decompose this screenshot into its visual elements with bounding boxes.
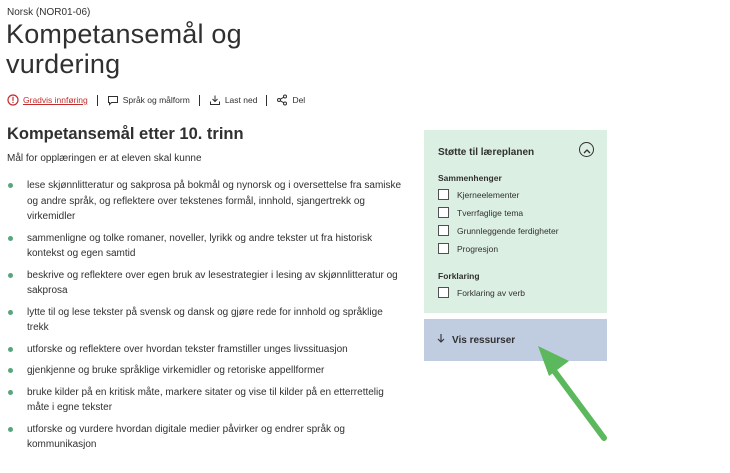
checkbox-box[interactable] bbox=[438, 225, 449, 236]
bullet-dot bbox=[8, 183, 13, 188]
goal-text: beskrive og reflektere over egen bruk av… bbox=[27, 269, 398, 297]
toolbar-divider bbox=[266, 94, 268, 106]
goal-item: lese skjønnlitteratur og sakprosa på bok… bbox=[7, 178, 407, 225]
chevron-up-icon bbox=[583, 141, 591, 159]
arrow-down-icon bbox=[436, 333, 446, 347]
section-title: Kompetansemål etter 10. trinn bbox=[7, 125, 244, 143]
checkbox-label: Grunnleggende ferdigheter bbox=[457, 225, 559, 236]
page-title-line-1: Kompetansemål og bbox=[6, 19, 242, 49]
collapse-button[interactable] bbox=[579, 142, 594, 157]
checkbox-progression[interactable]: Progresjon bbox=[438, 243, 498, 254]
language-label: Språk og målform bbox=[122, 95, 190, 105]
goal-text: utforske og vurdere hvordan digitale med… bbox=[27, 423, 345, 451]
goal-item: bruke kilder på en kritisk måte, markere… bbox=[7, 385, 407, 416]
bullet-dot bbox=[8, 389, 13, 395]
speech-bubble-icon bbox=[107, 94, 119, 106]
toolbar-divider bbox=[198, 94, 200, 106]
checkbox-label: Forklaring av verb bbox=[457, 287, 526, 298]
bullet-dot bbox=[8, 235, 13, 241]
goal-text: utforske og reflektere over hvordan teks… bbox=[27, 343, 348, 355]
goal-text: sammenligne og tolke romaner, noveller, … bbox=[27, 232, 373, 260]
bullet-dot bbox=[8, 346, 13, 352]
group-label-connections: Sammenhenger bbox=[438, 173, 502, 183]
language-button[interactable]: Språk og målform bbox=[107, 94, 190, 106]
bullet-dot bbox=[8, 272, 13, 278]
goal-item: lytte til og lese tekster på svensk og d… bbox=[7, 305, 407, 336]
bullet-dot bbox=[8, 309, 13, 315]
annotation-arrow bbox=[538, 346, 607, 441]
goal-text: lytte til og lese tekster på svensk og d… bbox=[27, 306, 383, 334]
page-title-line-2: vurdering bbox=[6, 49, 121, 79]
curriculum-support-panel: Støtte til læreplanen Sammenhenger Kjern… bbox=[424, 130, 607, 313]
goal-text: lese skjønnlitteratur og sakprosa på bok… bbox=[27, 180, 402, 222]
checkbox-label: Kjerneelementer bbox=[457, 189, 520, 200]
toolbar: Gradvis innføring Språk og målform Last … bbox=[7, 93, 305, 107]
goal-item: utforske og reflektere over hvordan teks… bbox=[7, 342, 407, 358]
download-label: Last ned bbox=[224, 95, 258, 105]
bullet-dot bbox=[8, 368, 13, 373]
page-title: Kompetansemål og vurdering bbox=[6, 19, 242, 79]
gradual-introduction-link[interactable]: Gradvis innføring bbox=[7, 94, 88, 106]
goal-text: bruke kilder på en kritisk måte, markere… bbox=[27, 386, 384, 414]
download-button[interactable]: Last ned bbox=[209, 94, 258, 106]
checkbox-core-elements[interactable]: Kjerneelementer bbox=[438, 189, 519, 200]
annotation-arrow-shaft bbox=[549, 365, 607, 441]
group-label-explanation: Forklaring bbox=[438, 271, 480, 281]
show-resources-label: Vis ressurser bbox=[452, 334, 516, 346]
share-icon bbox=[276, 94, 288, 106]
toolbar-divider bbox=[96, 94, 98, 106]
goal-item: beskrive og reflektere over egen bruk av… bbox=[7, 268, 407, 299]
goal-item: utforske og vurdere hvordan digitale med… bbox=[7, 422, 407, 453]
download-icon bbox=[209, 94, 221, 106]
share-button[interactable]: Del bbox=[276, 94, 305, 106]
annotation-arrow-head bbox=[538, 346, 569, 376]
checkbox-label: Progresjon bbox=[457, 243, 499, 254]
goal-item: gjenkjenne og bruke språklige virkemidle… bbox=[7, 363, 407, 379]
gradual-introduction-label: Gradvis innføring bbox=[23, 95, 88, 105]
checkbox-interdisciplinary-topics[interactable]: Tverrfaglige tema bbox=[438, 207, 523, 218]
checkbox-box[interactable] bbox=[438, 243, 449, 254]
checkbox-box[interactable] bbox=[438, 189, 449, 200]
checkbox-verb-explanation[interactable]: Forklaring av verb bbox=[438, 287, 525, 298]
panel-title: Støtte til læreplanen bbox=[438, 147, 535, 158]
checkbox-box[interactable] bbox=[438, 287, 449, 298]
checkbox-label: Tverrfaglige tema bbox=[457, 207, 524, 218]
bullet-dot bbox=[8, 426, 13, 432]
share-label: Del bbox=[292, 95, 306, 105]
info-circle-icon bbox=[7, 94, 19, 106]
intro-text: Mål for opplæringen er at eleven skal ku… bbox=[7, 153, 202, 164]
checkbox-box[interactable] bbox=[438, 207, 449, 218]
goal-text: gjenkjenne og bruke språklige virkemidle… bbox=[27, 365, 325, 376]
goal-item: sammenligne og tolke romaner, noveller, … bbox=[7, 231, 407, 262]
checkbox-basic-skills[interactable]: Grunnleggende ferdigheter bbox=[438, 225, 559, 236]
competence-goals-list: lese skjønnlitteratur og sakprosa på bok… bbox=[7, 178, 407, 459]
subject-eyebrow: Norsk (NOR01-06) bbox=[7, 7, 91, 18]
